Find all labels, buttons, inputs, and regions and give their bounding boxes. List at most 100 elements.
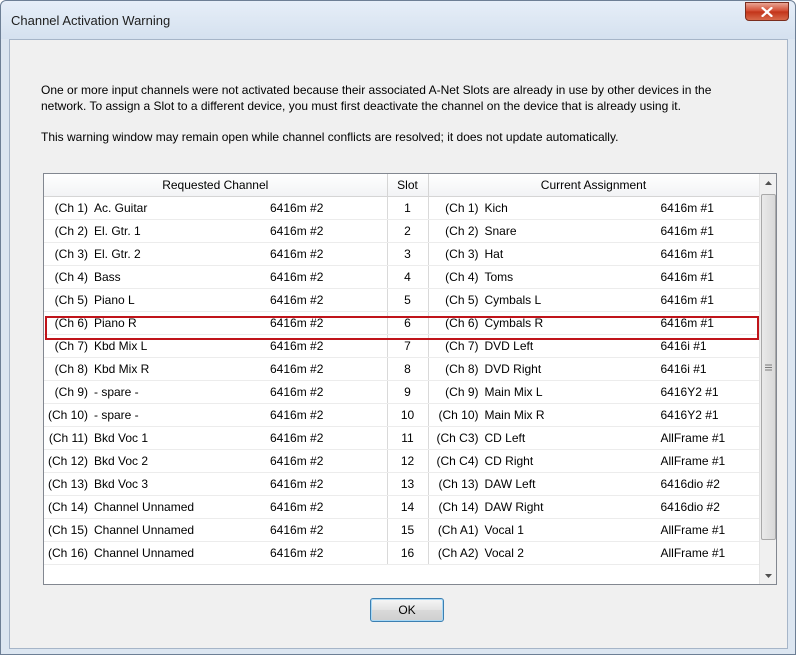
current-channel-name: Main Mix L (484, 384, 543, 399)
requested-device: 6416m #2 (270, 476, 324, 491)
requested-channel-number: (Ch 12) (47, 453, 88, 468)
requested-channel-cell: (Ch 16) Channel Unnamed 6416m #2 (44, 541, 388, 565)
slot-cell: 14 (387, 495, 429, 519)
current-assignment-cell: (Ch 2) Snare 6416m #1 (428, 219, 760, 243)
requested-channel-cell: (Ch 4) Bass 6416m #2 (44, 265, 388, 289)
current-assignment-cell: (Ch 1) Kich 6416m #1 (428, 196, 760, 220)
requested-channel-number: (Ch 11) (48, 430, 88, 445)
current-assignment-cell: (Ch 9) Main Mix L 6416Y2 #1 (428, 380, 760, 404)
current-device: 6416dio #2 (660, 476, 720, 491)
current-channel-number: (Ch 13) (438, 476, 479, 491)
table-row[interactable]: (Ch 16) Channel Unnamed 6416m #2 16 (Ch A2) V… (44, 541, 760, 565)
current-assignment-cell: (Ch 3) Hat 6416m #1 (428, 242, 760, 266)
header-slot[interactable]: Slot (387, 174, 429, 197)
table-row[interactable]: (Ch 3) El. Gtr. 2 6416m #2 3 (Ch 3) Hat 6416m … (44, 242, 760, 266)
current-device: 6416m #1 (660, 246, 714, 261)
current-device: AllFrame #1 (660, 522, 726, 537)
vertical-scrollbar[interactable] (759, 174, 776, 584)
scroll-thumb[interactable] (761, 194, 776, 540)
current-channel-name: Snare (484, 223, 517, 238)
requested-channel-name: El. Gtr. 1 (94, 223, 141, 238)
table-row[interactable]: (Ch 13) Bkd Voc 3 6416m #2 13 (Ch 13) DAW Lef… (44, 472, 760, 496)
scroll-down-button[interactable] (760, 567, 777, 584)
slot-cell: 2 (387, 219, 429, 243)
requested-channel-name: Channel Unnamed (94, 522, 195, 537)
requested-channel-number: (Ch 9) (54, 384, 88, 399)
table-row[interactable]: (Ch 9) - spare - 6416m #2 9 (Ch 9) Main Mix L… (44, 380, 760, 404)
current-channel-name: DAW Right (484, 499, 544, 514)
current-channel-name: Cymbals R (484, 315, 544, 330)
current-channel-name: Hat (484, 246, 504, 261)
requested-channel-number: (Ch 8) (54, 361, 88, 376)
current-device: AllFrame #1 (660, 545, 726, 560)
current-assignment-cell: (Ch 8) DVD Right 6416i #1 (428, 357, 760, 381)
table-row[interactable]: (Ch 6) Piano R 6416m #2 6 (Ch 6) Cymbals R 641… (44, 311, 760, 335)
current-device: 6416dio #2 (660, 499, 720, 514)
requested-channel-cell: (Ch 8) Kbd Mix R 6416m #2 (44, 357, 388, 381)
scroll-up-button[interactable] (760, 174, 777, 191)
ok-button[interactable]: OK (370, 598, 444, 622)
slot-cell: 3 (387, 242, 429, 266)
requested-channel-name: Bkd Voc 1 (94, 430, 149, 445)
current-assignment-cell: (Ch A2) Vocal 2 AllFrame #1 (428, 541, 760, 565)
current-channel-number: (Ch 2) (445, 223, 479, 238)
requested-channel-cell: (Ch 6) Piano R 6416m #2 (44, 311, 388, 335)
requested-device: 6416m #2 (270, 430, 324, 445)
table-row[interactable]: (Ch 14) Channel Unnamed 6416m #2 14 (Ch 14) D… (44, 495, 760, 519)
requested-channel-name: Piano R (94, 315, 137, 330)
requested-device: 6416m #2 (270, 361, 324, 376)
header-current-assignment[interactable]: Current Assignment (428, 174, 760, 197)
header-requested-channel[interactable]: Requested Channel (44, 174, 388, 197)
requested-channel-name: Piano L (94, 292, 135, 307)
requested-device: 6416m #2 (270, 522, 324, 537)
current-device: AllFrame #1 (660, 453, 726, 468)
requested-device: 6416m #2 (270, 453, 324, 468)
requested-channel-cell: (Ch 2) El. Gtr. 1 6416m #2 (44, 219, 388, 243)
slot-cell: 7 (387, 334, 429, 358)
current-assignment-cell: (Ch A1) Vocal 1 AllFrame #1 (428, 518, 760, 542)
table-row[interactable]: (Ch 4) Bass 6416m #2 4 (Ch 4) Toms 6416m #1 (44, 265, 760, 289)
table-row[interactable]: (Ch 11) Bkd Voc 1 6416m #2 11 (Ch C3) CD Left… (44, 426, 760, 450)
table-row[interactable]: (Ch 2) El. Gtr. 1 6416m #2 2 (Ch 2) Snare 6416… (44, 219, 760, 243)
table-row[interactable]: (Ch 10) - spare - 6416m #2 10 (Ch 10) Main Mi… (44, 403, 760, 427)
table-row[interactable]: (Ch 5) Piano L 6416m #2 5 (Ch 5) Cymbals L 641… (44, 288, 760, 312)
table-row[interactable]: (Ch 12) Bkd Voc 2 6416m #2 12 (Ch C4) CD Righ… (44, 449, 760, 473)
close-button[interactable] (745, 2, 789, 21)
requested-device: 6416m #2 (270, 292, 324, 307)
current-channel-name: CD Left (484, 430, 526, 445)
table-row[interactable]: (Ch 1) Ac. Guitar 6416m #2 1 (Ch 1) Kich 6416m… (44, 196, 760, 220)
title-bar[interactable]: Channel Activation Warning (1, 1, 795, 39)
current-assignment-cell: (Ch C3) CD Left AllFrame #1 (428, 426, 760, 450)
requested-channel-name: Bkd Voc 3 (94, 476, 149, 491)
requested-channel-cell: (Ch 15) Channel Unnamed 6416m #2 (44, 518, 388, 542)
close-x-icon (761, 6, 773, 17)
requested-channel-name: Channel Unnamed (94, 499, 195, 514)
current-channel-number: (Ch 10) (438, 407, 479, 422)
current-device: 6416m #1 (660, 292, 714, 307)
current-device: 6416i #1 (660, 361, 707, 376)
message-line-2: network. To assign a Slot to a different… (41, 99, 681, 113)
requested-channel-cell: (Ch 1) Ac. Guitar 6416m #2 (44, 196, 388, 220)
table-row[interactable]: (Ch 7) Kbd Mix L 6416m #2 7 (Ch 7) DVD Left 64… (44, 334, 760, 358)
requested-device: 6416m #2 (270, 407, 324, 422)
requested-channel-name: Ac. Guitar (94, 200, 148, 215)
current-channel-number: (Ch 14) (438, 499, 479, 514)
table-row[interactable]: (Ch 8) Kbd Mix R 6416m #2 8 (Ch 8) DVD Right 6… (44, 357, 760, 381)
dialog-window: Channel Activation Warning One or more i… (0, 0, 796, 655)
requested-channel-number: (Ch 16) (47, 545, 88, 560)
slot-cell: 4 (387, 265, 429, 289)
current-assignment-cell: (Ch 13) DAW Left 6416dio #2 (428, 472, 760, 496)
table-row[interactable]: (Ch 15) Channel Unnamed 6416m #2 15 (Ch A1) V… (44, 518, 760, 542)
current-channel-name: Kich (484, 200, 508, 215)
current-channel-number: (Ch C3) (436, 430, 479, 445)
requested-device: 6416m #2 (270, 499, 324, 514)
current-channel-number: (Ch A2) (437, 545, 479, 560)
requested-channel-cell: (Ch 12) Bkd Voc 2 6416m #2 (44, 449, 388, 473)
slot-cell: 11 (387, 426, 429, 450)
conflict-table[interactable]: Requested Channel Slot Current Assignmen… (43, 173, 777, 585)
requested-channel-cell: (Ch 3) El. Gtr. 2 6416m #2 (44, 242, 388, 266)
current-assignment-cell: (Ch 10) Main Mix R 6416Y2 #1 (428, 403, 760, 427)
message-line-1: One or more input channels were not acti… (41, 83, 712, 97)
slot-cell: 9 (387, 380, 429, 404)
current-channel-number: (Ch 1) (445, 200, 479, 215)
